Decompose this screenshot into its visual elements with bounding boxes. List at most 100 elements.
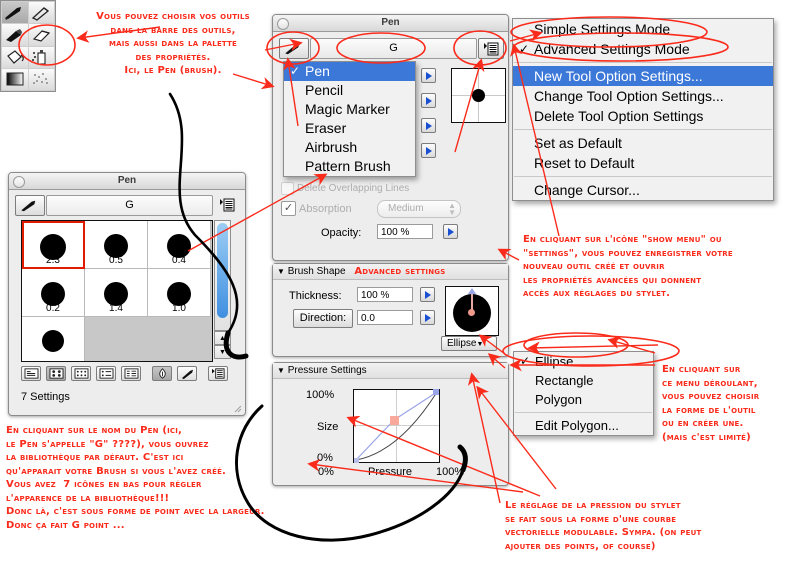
thickness-arrow[interactable] [420,287,435,302]
scroll-up-button[interactable]: ▲ [214,331,231,345]
curve-point-start[interactable] [354,458,359,463]
brush-shape-dropdown[interactable]: Ellipse▼ [441,336,497,351]
disclosure-triangle-icon[interactable]: ▼ [277,366,285,375]
close-icon[interactable] [277,18,289,30]
library-view-pen-icon[interactable] [177,366,197,381]
tool-name-field[interactable]: G [310,38,477,59]
disclosure-triangle-icon[interactable]: ▼ [277,267,285,276]
library-tool-bar[interactable]: G [15,195,239,216]
tool-dropdown-menu[interactable]: ✓ Pen Pencil Magic Marker Eraser Airbrush Patt… [283,61,416,177]
direction-arrow[interactable] [420,310,435,325]
tool-menu-item[interactable]: Pattern Brush [284,157,415,176]
tool-spray-can[interactable] [28,46,54,68]
library-tool-button[interactable] [15,195,45,216]
direction-field[interactable]: 0.0 [357,310,413,325]
library-view-options[interactable] [21,366,228,381]
tool-palette[interactable] [0,0,56,92]
shape-preview[interactable] [445,286,499,336]
shape-menu-item[interactable]: ✓ Ellipse [514,352,653,371]
tool-menu-item[interactable]: Magic Marker [284,100,415,119]
settings-menu-item[interactable]: Change Tool Option Settings... [513,86,773,106]
pressure-settings-header[interactable]: ▼ Pressure Settings [273,363,508,379]
show-menu-icon [211,368,225,379]
thickness-field[interactable]: 100 % [357,287,413,302]
settings-menu-item[interactable]: Set as Default [513,133,773,153]
row-arrow-3[interactable] [421,143,436,158]
shape-menu-item[interactable]: Polygon [514,390,653,409]
library-view-list-large-icon[interactable] [21,366,41,381]
library-scrollbar-track[interactable] [214,220,231,331]
settings-menu-item[interactable]: Simple Settings Mode [513,19,773,39]
current-tool-button[interactable] [279,38,309,59]
tool-menu-item[interactable]: Pencil [284,81,415,100]
brush-shape-menu[interactable]: ✓ Ellipse Rectangle Polygon Edit Polygon... [513,351,654,436]
library-view-grid-detail-icon[interactable] [96,366,116,381]
tool-paint-bucket[interactable] [2,46,28,68]
brush-cell[interactable]: 1.0 [148,269,211,317]
brush-grid[interactable]: 2.3 0.5 0.4 0.2 1.4 1.0 [21,220,213,362]
settings-menu-item[interactable]: Reset to Default [513,153,773,173]
opacity-field[interactable]: 100 % [377,224,433,239]
shape-menu-item[interactable]: Rectangle [514,371,653,390]
tool-name-bar[interactable]: G [279,37,504,59]
tool-menu-item[interactable]: ✓ Pen [284,62,415,81]
pressure-x-right: 100% [436,466,465,478]
library-view-list-detail-icon[interactable] [121,366,141,381]
tool-pen[interactable] [2,2,28,24]
library-view-show-menu-icon[interactable] [208,366,228,381]
absorption-checkbox[interactable]: ✓ [281,201,296,216]
pen-window-titlebar[interactable]: Pen [273,15,508,32]
library-view-shape-icon[interactable] [152,366,172,381]
settings-menu-item[interactable]: ✓ Advanced Settings Mode [513,39,773,59]
brush-cell[interactable]: 1.4 [85,269,148,317]
pressure-y-top: 100% [306,389,335,401]
tool-marker[interactable] [2,24,28,46]
curve-point-mid[interactable] [390,416,399,425]
brush-cell[interactable]: 0.2 [22,269,85,317]
row-arrow-0[interactable] [421,68,436,83]
stepper-icon[interactable]: ▲ ▼ [448,202,456,217]
library-titlebar[interactable]: Pen [9,173,245,190]
tool-pencil[interactable] [28,2,54,24]
row-arrow-1[interactable] [421,93,436,108]
library-scrollbar-thumb[interactable] [217,223,228,318]
settings-menu-item[interactable]: Delete Tool Option Settings [513,106,773,126]
library-view-grid-small-icon[interactable] [71,366,91,381]
settings-menu[interactable]: Simple Settings Mode ✓ Advanced Settings M… [512,18,774,201]
tool-menu-item[interactable]: Eraser [284,119,415,138]
brush-cell[interactable]: 0.4 [148,221,211,269]
pressure-x-label: Pressure [368,466,413,478]
pen-library-window[interactable]: Pen G 2.3 0.5 0.4 0.2 1.4 1.0 ▲ ▼ 7 Settings [8,172,246,416]
brush-cell[interactable]: 2.3 [22,221,85,269]
brush-shape-header[interactable]: ▼ Brush Shape Advanced settings [273,264,508,280]
shape-menu-item-edit-polygon[interactable]: Edit Polygon... [514,416,653,435]
library-tool-name-field[interactable]: G [46,195,213,216]
opacity-arrow[interactable] [443,224,458,239]
tool-menu-item[interactable]: Airbrush [284,138,415,157]
brush-size-label: 0.4 [172,255,186,266]
tool-menu-item-label: Pattern Brush [305,158,391,174]
close-icon[interactable] [13,176,25,188]
row-arrow-2[interactable] [421,118,436,133]
pressure-settings-panel[interactable]: ▼ Pressure Settings 100% Size 0% 0% Pres… [272,362,509,486]
tool-menu-item-label: Pen [305,63,330,79]
pressure-curve-graph[interactable] [353,389,440,463]
delete-overlapping-checkbox[interactable] [281,182,294,195]
tool-eraser[interactable] [28,24,54,46]
library-show-menu-button[interactable] [215,195,239,214]
library-view-grid-large-icon[interactable] [46,366,66,381]
brush-shape-panel[interactable]: ▼ Brush Shape Advanced settings Thicknes… [272,263,509,357]
tool-pattern[interactable] [28,68,54,90]
resize-grip-icon[interactable] [232,403,242,413]
scroll-down-button[interactable]: ▼ [214,345,231,359]
settings-menu-item[interactable]: New Tool Option Settings... [513,66,773,86]
tool-gradient[interactable] [2,68,28,90]
absorption-select[interactable]: Medium ▲ ▼ [377,200,461,218]
show-menu-button[interactable] [478,38,504,59]
settings-menu-item[interactable]: Change Cursor... [513,180,773,200]
annotation-top: Vous pouvez choisir vos outils dans la b… [96,11,250,76]
brush-cell[interactable]: 0.5 [85,221,148,269]
curve-point-end[interactable] [433,389,439,395]
direction-button[interactable]: Direction: [293,309,353,328]
brush-cell[interactable] [22,317,85,361]
